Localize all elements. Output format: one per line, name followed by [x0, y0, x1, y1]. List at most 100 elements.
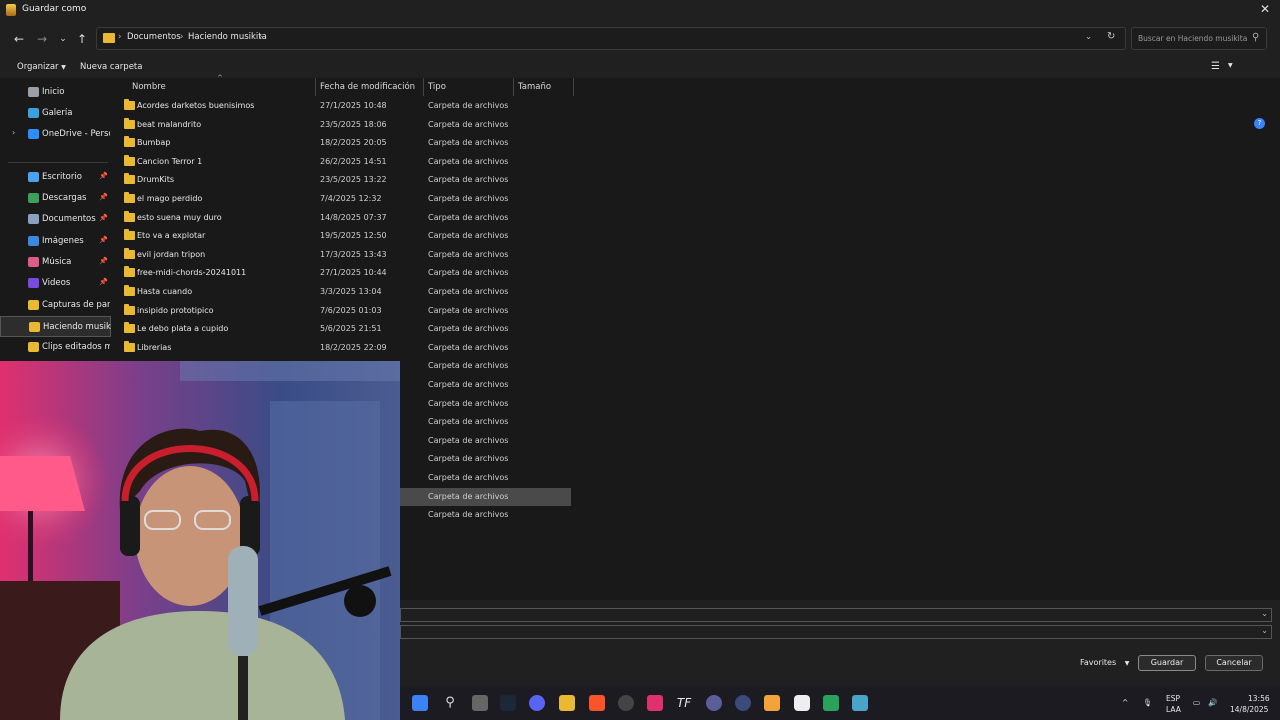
view-options-icon[interactable]: ☰ — [1211, 61, 1220, 72]
folder-icon — [28, 342, 39, 352]
file-row[interactable]: evil jordan tripon 17/3/2025 13:43 Carpeta… — [111, 246, 1280, 265]
sidebar-item[interactable]: Documentos 📌 — [0, 209, 111, 230]
filetype-field[interactable]: ⌄ — [400, 625, 1272, 639]
brave-icon[interactable] — [589, 695, 605, 711]
search-icon[interactable]: ⚲ — [442, 695, 458, 711]
sidebar-item[interactable]: Galería — [0, 103, 111, 124]
file-row[interactable]: Eto va a explotar 19/5/2025 12:50 Carpeta … — [111, 227, 1280, 246]
keyboard-layout[interactable]: LAA — [1166, 705, 1181, 714]
column-divider[interactable] — [573, 78, 574, 96]
sidebar-item[interactable]: Inicio — [0, 82, 111, 103]
file-date: 18/2/2025 22:09 — [320, 342, 387, 352]
column-divider[interactable] — [315, 78, 316, 96]
language-code[interactable]: ESP — [1166, 694, 1180, 703]
sidebar-item-label: Haciendo musikita — [43, 322, 111, 332]
start-icon[interactable] — [412, 695, 428, 711]
address-bar[interactable]: › Documentos › Haciendo musikita › ⌄ ↻ — [96, 27, 1126, 50]
column-size[interactable]: Tamaño — [518, 82, 551, 92]
file-row[interactable]: Librerias 18/2/2025 22:09 Carpeta de archi… — [111, 339, 1280, 358]
new-folder-button[interactable]: Nueva carpeta — [80, 62, 142, 72]
sidebar-item[interactable]: Clips editados mar — [0, 337, 111, 358]
column-modified[interactable]: Fecha de modificación — [320, 82, 415, 92]
file-explorer-icon[interactable] — [559, 695, 575, 711]
column-divider[interactable] — [513, 78, 514, 96]
fl-studio-icon[interactable] — [764, 695, 780, 711]
sidebar-item[interactable]: Haciendo musikita — [0, 316, 111, 337]
file-row[interactable]: Bumbap 18/2/2025 20:05 Carpeta de archivos — [111, 134, 1280, 153]
up-icon[interactable]: ↑ — [73, 30, 91, 48]
file-row[interactable]: beat malandrito 23/5/2025 18:06 Carpeta de… — [111, 116, 1280, 135]
forward-icon[interactable]: → — [33, 30, 51, 48]
sidebar-item[interactable]: Videos 📌 — [0, 273, 111, 294]
sidebar-item[interactable]: Descargas 📌 — [0, 188, 111, 209]
sidebar-item[interactable]: Escritorio 📌 — [0, 167, 111, 188]
file-name: Eto va a explotar — [137, 231, 206, 241]
app-icon — [6, 4, 16, 16]
app-icon[interactable] — [823, 695, 839, 711]
sidebar-item[interactable]: Capturas de pantall — [0, 295, 111, 316]
file-row[interactable]: Cancion Terror 1 26/2/2025 14:51 Carpeta d… — [111, 153, 1280, 172]
file-date: 23/5/2025 18:06 — [320, 119, 387, 129]
breadcrumb-haciendo-musikita[interactable]: Haciendo musikita — [188, 32, 267, 42]
file-row[interactable]: DrumKits 23/5/2025 13:22 Carpeta de archiv… — [111, 171, 1280, 190]
file-type: Carpeta de archivos — [428, 231, 509, 241]
file-type: Carpeta de archivos — [428, 342, 509, 352]
search-input[interactable]: Buscar en Haciendo musikita — [1138, 34, 1247, 43]
volume-icon[interactable]: 🔊 — [1208, 698, 1217, 707]
column-type[interactable]: Tipo — [428, 82, 446, 92]
steam-icon[interactable] — [500, 695, 516, 711]
sidebar-item-label: Inicio — [42, 87, 65, 97]
sidebar-item[interactable]: Música 📌 — [0, 252, 111, 273]
app-icon[interactable]: TF — [676, 695, 692, 711]
file-type: Carpeta de archivos — [428, 361, 509, 371]
close-icon[interactable]: ✕ — [1258, 2, 1272, 18]
file-type: Carpeta de archivos — [428, 380, 509, 389]
file-row[interactable]: esto suena muy duro 14/8/2025 07:37 Carpet… — [111, 209, 1280, 228]
file-type: Carpeta de archivos — [428, 194, 509, 203]
sidebar-item[interactable]: › OneDrive - Persona — [0, 124, 111, 145]
file-row[interactable]: insipido prototipico 7/6/2025 01:03 Carpet… — [111, 302, 1280, 321]
refresh-icon[interactable]: ↻ — [1107, 31, 1115, 42]
discord-icon[interactable] — [529, 695, 545, 711]
column-divider[interactable] — [423, 78, 424, 96]
file-row[interactable]: Hasta cuando 3/3/2025 13:04 Carpeta de arc… — [111, 283, 1280, 302]
app-icon[interactable] — [794, 695, 810, 711]
app-icon[interactable] — [647, 695, 663, 711]
filename-field[interactable]: ⌄ — [400, 608, 1272, 622]
file-date: 7/4/2025 12:32 — [320, 194, 382, 203]
breadcrumb-documentos[interactable]: Documentos — [127, 32, 181, 42]
history-chevron-icon[interactable]: ⌄ — [1085, 32, 1092, 42]
file-row[interactable]: free-midi-chords-20241011 27/1/2025 10:44… — [111, 264, 1280, 283]
back-icon[interactable]: ← — [10, 30, 28, 48]
notepad-icon[interactable] — [852, 695, 868, 711]
file-name: DrumKits — [137, 175, 175, 185]
app-icon[interactable] — [706, 695, 722, 711]
network-icon[interactable]: ▭ — [1193, 698, 1200, 707]
file-name: esto suena muy duro — [137, 212, 222, 222]
app-icon[interactable] — [735, 695, 751, 711]
file-type: Carpeta de archivos — [428, 454, 509, 464]
task-view-icon[interactable] — [472, 695, 488, 711]
column-name[interactable]: Nombre — [132, 82, 166, 92]
expand-chevron-icon[interactable]: › — [12, 128, 15, 137]
cancel-button[interactable]: Cancelar — [1205, 655, 1263, 671]
recent-chevron-icon[interactable]: ⌄ — [54, 30, 72, 48]
organize-button[interactable]: Organizar ▼ — [17, 62, 66, 72]
search-box[interactable]: Buscar en Haciendo musikita ⚲ — [1131, 27, 1267, 50]
file-name: insipido prototipico — [137, 305, 214, 315]
view-chevron-icon[interactable]: ▼ — [1228, 62, 1233, 69]
file-row[interactable]: Le debo plata a cupido 5/6/2025 21:51 Carp… — [111, 320, 1280, 339]
sidebar-item[interactable]: Imágenes 📌 — [0, 231, 111, 252]
file-name: Le debo plata a cupido — [137, 324, 229, 334]
clock-date[interactable]: 14/8/2025 — [1230, 705, 1268, 714]
microphone-icon[interactable]: 🎙 — [1143, 698, 1153, 707]
tray-chevron-icon[interactable]: ^ — [1122, 698, 1128, 707]
file-row[interactable]: el mago perdido 7/4/2025 12:32 Carpeta de … — [111, 190, 1280, 209]
pin-icon: 📌 — [99, 257, 108, 265]
app-icon[interactable] — [618, 695, 634, 711]
favorites-button[interactable]: Favorites ▼ — [1080, 658, 1129, 667]
file-row[interactable]: Acordes darketos buenisimos 27/1/2025 10:… — [111, 97, 1280, 116]
clock-time[interactable]: 13:56 — [1248, 694, 1270, 703]
folder-icon — [124, 117, 135, 129]
save-button[interactable]: Guardar — [1138, 655, 1196, 671]
